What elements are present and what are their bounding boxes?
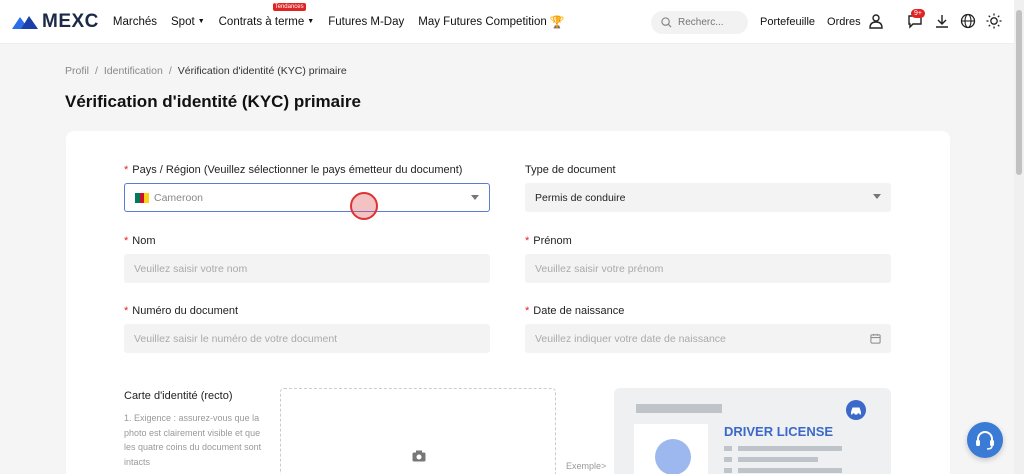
- first-name-label-text: Prénom: [533, 235, 572, 247]
- sample-bullet: [724, 457, 732, 462]
- nav-futures[interactable]: Tendances Contrats à terme ▼: [218, 2, 315, 28]
- download-icon[interactable]: [934, 13, 950, 29]
- sample-line: [738, 457, 818, 462]
- doc-type-select[interactable]: Permis de conduire: [525, 183, 891, 212]
- main-nav: Marchés Spot ▼ Tendances Contrats à terme…: [113, 0, 579, 44]
- first-name-placeholder: Veuillez saisir votre prénom: [535, 262, 664, 275]
- required-mark: *: [124, 164, 129, 176]
- last-name-placeholder: Veuillez saisir votre nom: [134, 262, 248, 275]
- breadcrumb: Profil / Identification / Vérification d…: [65, 65, 347, 77]
- search-icon: [661, 17, 672, 28]
- country-select[interactable]: Cameroon: [124, 183, 490, 212]
- id-front-dropzone[interactable]: [280, 388, 556, 474]
- last-name-label-text: Nom: [132, 235, 156, 247]
- camera-icon: [412, 450, 426, 462]
- mexc-logo-icon: [12, 15, 38, 29]
- portfolio-link[interactable]: Portefeuille: [760, 16, 815, 28]
- country-label-text: Pays / Région (Veuillez sélectionner le …: [132, 164, 463, 176]
- breadcrumb-profile[interactable]: Profil: [65, 65, 89, 77]
- sample-license-title: DRIVER LICENSE: [724, 424, 834, 439]
- cameroon-flag-icon: [135, 192, 150, 203]
- caret-down-icon: ▼: [307, 18, 315, 25]
- scrollbar-thumb[interactable]: [1016, 10, 1022, 175]
- nav-markets[interactable]: Marchés: [113, 16, 157, 28]
- upload-requirement: 1. Exigence : assurez-vous que la photo …: [124, 413, 262, 467]
- mexc-logo[interactable]: MEXC: [12, 11, 99, 33]
- birth-date-label-text: Date de naissance: [533, 305, 625, 317]
- globe-icon[interactable]: [960, 13, 976, 29]
- birth-date-label: * Date de naissance: [525, 305, 624, 317]
- breadcrumb-separator: /: [168, 65, 172, 77]
- nav-label: Spot: [171, 15, 195, 28]
- sample-bullet: [724, 446, 732, 451]
- sample-bar: [636, 404, 722, 413]
- car-icon: [846, 400, 866, 420]
- sample-line: [738, 468, 842, 473]
- nav-futures-mday[interactable]: Futures M-Day: [328, 16, 404, 28]
- breadcrumb-current: Vérification d'identité (KYC) primaire: [177, 65, 347, 77]
- first-name-input[interactable]: Veuillez saisir votre prénom: [525, 254, 891, 283]
- search-box[interactable]: [651, 11, 748, 34]
- top-navigation-bar: MEXC Marchés Spot ▼ Tendances Contrats à …: [0, 0, 1014, 44]
- support-chat-button[interactable]: [967, 422, 1003, 458]
- trending-badge: Tendances: [272, 2, 306, 11]
- birth-date-input[interactable]: Veuillez indiquer votre date de naissanc…: [525, 324, 891, 353]
- page-scrollbar[interactable]: [1014, 0, 1024, 474]
- nav-label: Futures M-Day: [328, 15, 405, 28]
- sample-line: [738, 446, 842, 451]
- logo-text: MEXC: [42, 10, 99, 32]
- upload-title: Carte d'identité (recto): [124, 390, 233, 402]
- sample-avatar: [655, 439, 691, 474]
- doc-type-value: Permis de conduire: [535, 191, 626, 204]
- nav-label: Contrats à terme: [218, 15, 305, 28]
- doc-number-input[interactable]: Veuillez saisir le numéro de votre docum…: [124, 324, 490, 353]
- search-input[interactable]: [678, 17, 742, 28]
- calendar-icon[interactable]: [870, 333, 881, 344]
- nav-label: Marchés: [112, 15, 158, 28]
- header-right-links: Portefeuille Ordres: [760, 0, 873, 44]
- theme-sun-icon[interactable]: [986, 13, 1002, 29]
- required-mark: *: [525, 305, 530, 317]
- breadcrumb-separator: /: [94, 65, 98, 77]
- doc-number-label: * Numéro du document: [124, 305, 238, 317]
- country-value: Cameroon: [154, 191, 204, 204]
- caret-down-icon: ▼: [197, 18, 205, 25]
- click-indicator: [350, 192, 378, 220]
- required-mark: *: [124, 235, 129, 247]
- doc-type-label: Type de document: [525, 164, 616, 176]
- notification-badge: 9+: [911, 9, 925, 18]
- required-mark: *: [525, 235, 530, 247]
- doc-number-label-text: Numéro du document: [132, 305, 239, 317]
- last-name-label: * Nom: [124, 235, 156, 247]
- chevron-down-icon: [471, 195, 479, 200]
- sample-bullet: [724, 468, 732, 473]
- breadcrumb-identification[interactable]: Identification: [104, 65, 163, 77]
- nav-label: May Futures Competition: [418, 15, 547, 28]
- nav-futures-competition[interactable]: May Futures Competition 🏆: [418, 15, 564, 29]
- user-icon[interactable]: [868, 13, 884, 29]
- driver-license-sample: DRIVER LICENSE: [614, 388, 891, 474]
- page-title: Vérification d'identité (KYC) primaire: [65, 92, 361, 111]
- required-mark: *: [124, 305, 129, 317]
- chevron-down-icon: [873, 194, 881, 199]
- headset-icon: [976, 431, 994, 450]
- example-label: Exemple>: [566, 461, 607, 471]
- country-label: * Pays / Région (Veuillez sélectionner le…: [124, 164, 462, 176]
- last-name-input[interactable]: Veuillez saisir votre nom: [124, 254, 490, 283]
- trophy-icon: 🏆: [549, 14, 565, 29]
- first-name-label: * Prénom: [525, 235, 572, 247]
- doc-number-placeholder: Veuillez saisir le numéro de votre docum…: [134, 332, 338, 345]
- orders-link[interactable]: Ordres: [827, 16, 861, 28]
- nav-spot[interactable]: Spot ▼: [171, 16, 205, 28]
- birth-date-placeholder: Veuillez indiquer votre date de naissanc…: [535, 332, 726, 345]
